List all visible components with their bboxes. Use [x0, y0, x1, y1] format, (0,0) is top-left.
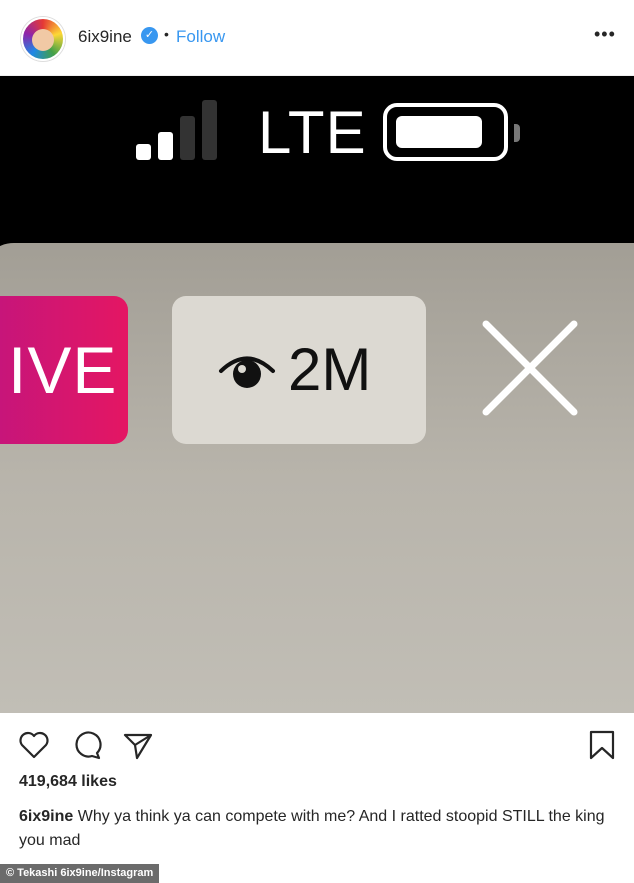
caption: 6ix9ine Why ya think ya can compete with…	[19, 805, 619, 853]
share-icon[interactable]	[122, 729, 154, 761]
username[interactable]: 6ix9ine	[78, 27, 132, 47]
live-badge: IVE	[0, 296, 128, 444]
comment-icon[interactable]	[70, 729, 102, 761]
signal-bar	[180, 116, 195, 160]
likes-count[interactable]: 419,684 likes	[19, 773, 117, 791]
network-label: LTE	[258, 99, 367, 166]
avatar-face	[32, 29, 54, 51]
post-header: 6ix9ine ✓ • Follow •••	[0, 0, 634, 76]
close-icon[interactable]	[480, 318, 580, 418]
bookmark-icon[interactable]	[586, 729, 618, 761]
avatar[interactable]	[21, 17, 65, 61]
signal-icon	[136, 100, 236, 160]
phone-status-bar: LTE	[0, 76, 634, 246]
caption-text: Why ya think ya can compete with me? And…	[19, 808, 605, 849]
caption-username[interactable]: 6ix9ine	[19, 808, 73, 825]
follow-button[interactable]: Follow	[176, 27, 225, 47]
heart-icon[interactable]	[18, 729, 50, 761]
action-bar	[0, 713, 634, 773]
signal-bar	[158, 132, 173, 160]
photo-credit: © Tekashi 6ix9ine/Instagram	[0, 864, 160, 883]
separator-dot: •	[164, 26, 169, 42]
battery-tip	[514, 124, 520, 142]
signal-bar	[202, 100, 217, 160]
post-image[interactable]: LTE IVE 2M	[0, 76, 634, 713]
more-options-icon[interactable]: •••	[594, 24, 616, 45]
viewer-count-badge: 2M	[172, 296, 426, 444]
live-badge-label: IVE	[8, 333, 118, 407]
eye-icon	[219, 356, 275, 388]
battery-icon	[383, 103, 520, 161]
signal-bar	[136, 144, 151, 160]
verified-badge-icon: ✓	[141, 27, 158, 44]
battery-fill	[396, 116, 482, 148]
viewer-count: 2M	[288, 336, 372, 403]
